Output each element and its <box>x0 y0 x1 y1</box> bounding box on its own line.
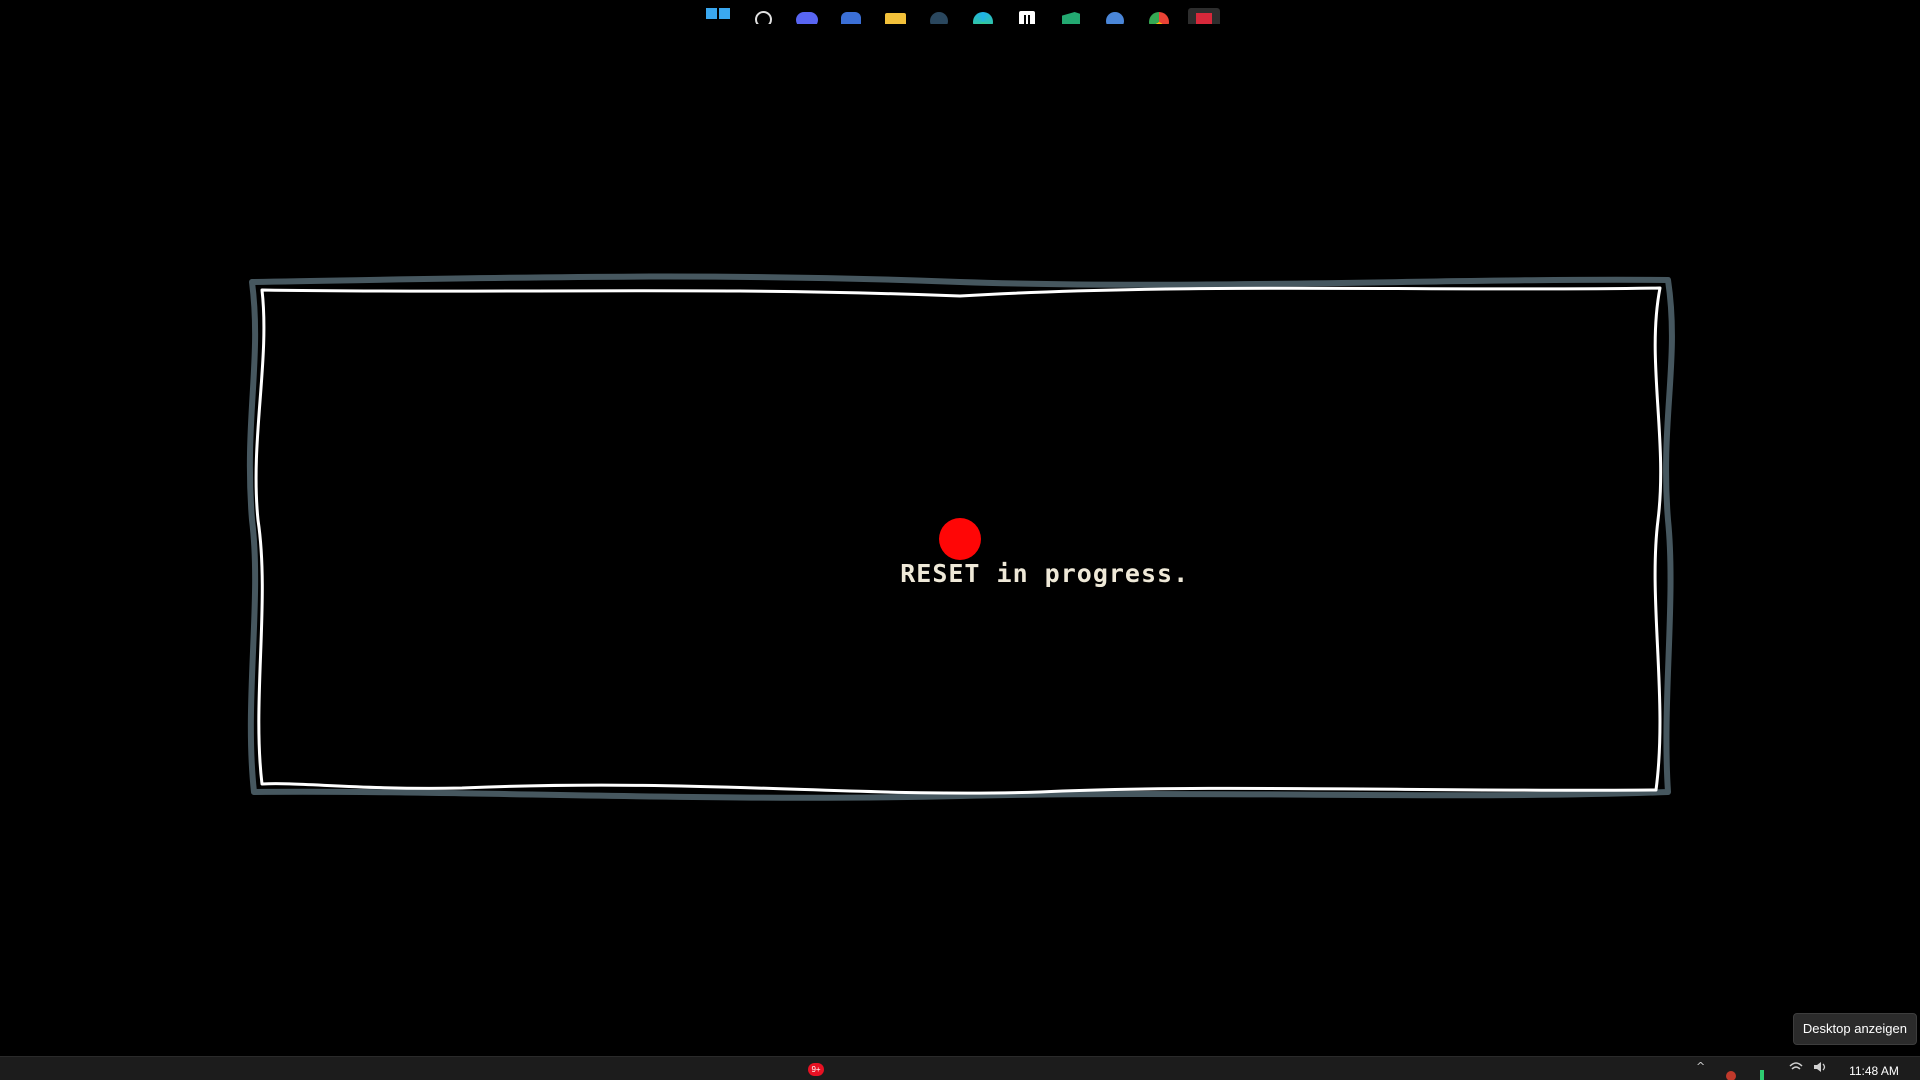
taskbar <box>0 1056 1920 1080</box>
desktop-screen: RESET in progress. Desktop anzeigen 9+ ^… <box>0 0 1920 1080</box>
discord-notification-badge: 9+ <box>808 1063 824 1076</box>
wifi-icon[interactable] <box>1788 1060 1804 1080</box>
tray-overflow-chevron-icon[interactable]: ^ <box>1696 1060 1705 1080</box>
taskbar-clock[interactable]: 11:48 AM <box>1836 1064 1912 1078</box>
notion-icon[interactable] <box>1014 8 1040 24</box>
windows-start-icon[interactable] <box>706 8 732 24</box>
app-icon[interactable] <box>838 8 864 24</box>
tray-app-icon[interactable] <box>1726 1071 1736 1080</box>
settings-icon[interactable] <box>1102 8 1128 24</box>
tray-battery-icon[interactable] <box>1760 1070 1764 1080</box>
reset-message: RESET in progress. <box>836 520 1189 588</box>
active-app-icon[interactable] <box>1188 8 1220 24</box>
search-icon[interactable] <box>750 8 776 24</box>
speaker-icon[interactable] <box>1812 1060 1828 1080</box>
chrome-icon[interactable] <box>1146 8 1172 24</box>
edge-icon[interactable] <box>970 8 996 24</box>
vscode-icon[interactable] <box>1058 8 1084 24</box>
file-explorer-icon[interactable] <box>882 8 908 24</box>
steam-icon[interactable] <box>926 8 952 24</box>
discord-icon[interactable] <box>794 8 820 24</box>
show-desktop-tooltip: Desktop anzeigen <box>1792 1013 1917 1045</box>
reset-message-text: RESET in progress. <box>900 559 1190 588</box>
